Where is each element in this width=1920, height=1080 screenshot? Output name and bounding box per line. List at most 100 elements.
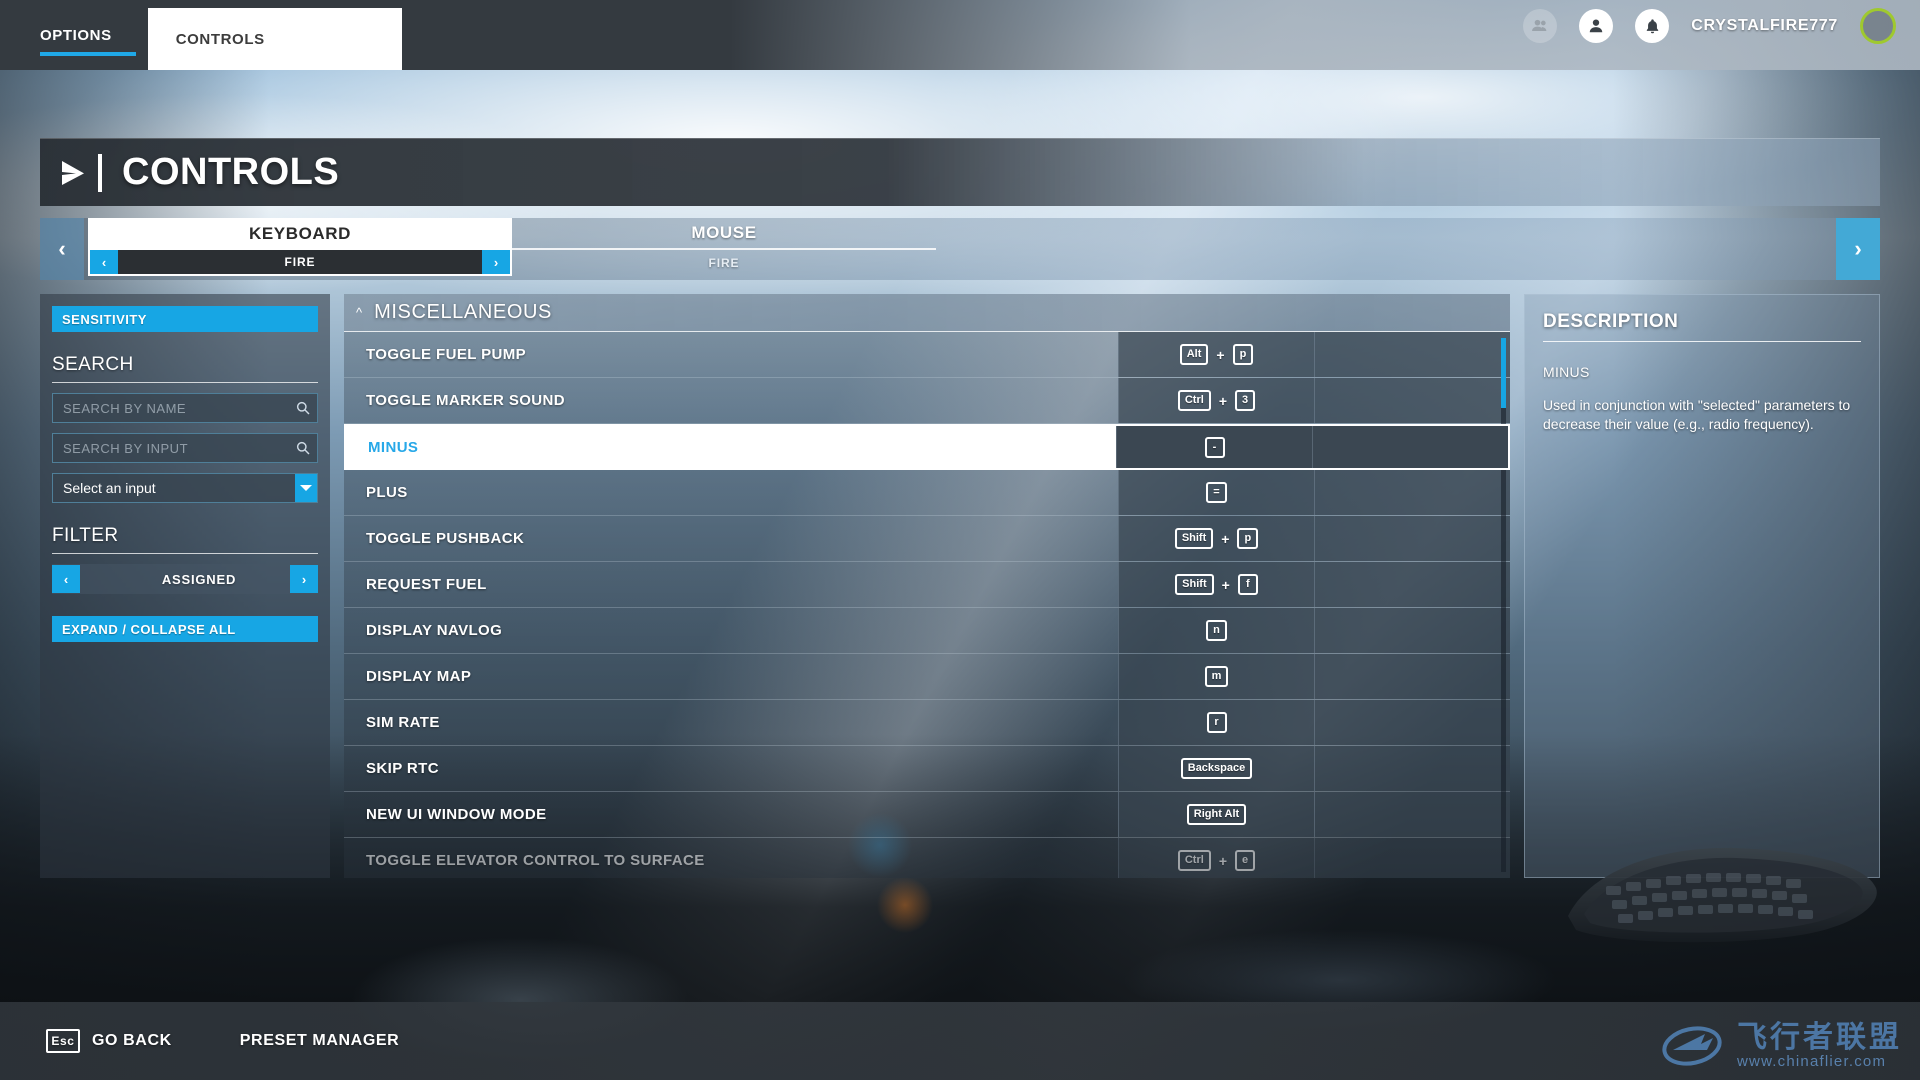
chinaflier-logo-icon <box>1662 1026 1722 1066</box>
binding-primary-cell[interactable]: = <box>1118 470 1314 515</box>
binding-primary-cell[interactable]: Ctrl + e <box>1118 838 1314 878</box>
bindings-scrollbar-thumb[interactable] <box>1501 338 1506 408</box>
page-title-band: CONTROLS <box>40 138 1880 206</box>
key-plus-separator: + <box>1218 392 1227 409</box>
binding-secondary-cell[interactable] <box>1314 746 1510 791</box>
notifications-icon[interactable] <box>1635 9 1670 43</box>
username-label: CRYSTALFIRE777 <box>1691 17 1838 34</box>
table-row[interactable]: TOGGLE FUEL PUMP Alt + p <box>344 332 1510 378</box>
tab-options-label: OPTIONS <box>40 26 112 44</box>
binding-name: TOGGLE PUSHBACK <box>366 530 525 547</box>
table-row[interactable]: MINUS - <box>344 424 1510 470</box>
device-mouse[interactable]: MOUSE FIRE <box>512 218 936 280</box>
tab-options-underline <box>40 52 136 56</box>
key-cap: e <box>1235 850 1256 871</box>
controls-content: SENSITIVITY SEARCH SEARCH BY NAME SEARCH… <box>40 294 1880 878</box>
filter-prev-arrow[interactable]: ‹ <box>52 565 80 593</box>
search-by-input-field[interactable]: SEARCH BY INPUT <box>52 433 318 463</box>
device-keyboard[interactable]: KEYBOARD ‹ FIRE › <box>88 218 512 280</box>
search-by-name-field[interactable]: SEARCH BY NAME <box>52 393 318 423</box>
table-row[interactable]: TOGGLE PUSHBACK Shift + p <box>344 516 1510 562</box>
table-row[interactable]: PLUS = <box>344 470 1510 516</box>
binding-secondary-cell[interactable] <box>1314 654 1510 699</box>
table-row[interactable]: TOGGLE MARKER SOUND Ctrl +3 <box>344 378 1510 424</box>
binding-name: PLUS <box>366 484 408 501</box>
binding-name: TOGGLE ELEVATOR CONTROL TO SURFACE <box>366 852 705 869</box>
binding-primary-cell[interactable]: - <box>1116 426 1312 468</box>
binding-primary-cell[interactable]: r <box>1118 700 1314 745</box>
bindings-group-header[interactable]: ^ MISCELLANEOUS <box>344 294 1510 332</box>
expand-collapse-all-button[interactable]: EXPAND / COLLAPSE ALL <box>52 616 318 642</box>
chevron-down-icon[interactable] <box>295 474 317 502</box>
top-navigation-bar: OPTIONS CONTROLS CRYSTALFIRE777 <box>0 0 1920 70</box>
table-row[interactable]: DISPLAY NAVLOG n <box>344 608 1510 654</box>
binding-name: REQUEST FUEL <box>366 576 487 593</box>
binding-secondary-cell[interactable] <box>1314 378 1510 423</box>
watermark-text: 飞行者联盟 www.chinaflier.com <box>1737 1022 1902 1071</box>
device-prev-arrow[interactable]: ‹ <box>40 218 84 280</box>
title-divider <box>98 153 102 192</box>
controls-panel: CONTROLS ‹ KEYBOARD ‹ FIRE › MOUSE FIRE … <box>40 138 1880 938</box>
binding-secondary-cell[interactable] <box>1314 332 1510 377</box>
binding-primary-cell[interactable]: Ctrl +3 <box>1118 378 1314 423</box>
binding-secondary-cell[interactable] <box>1314 562 1510 607</box>
device-keyboard-name: KEYBOARD <box>88 218 512 250</box>
chevron-right-icon <box>58 156 88 190</box>
search-icon <box>295 400 311 416</box>
bottom-action-bar: Esc GO BACK PRESET MANAGER 飞行者联盟 www.chi… <box>0 1002 1920 1080</box>
chevron-up-icon: ^ <box>356 305 363 320</box>
binding-primary-cell[interactable]: Alt + p <box>1118 332 1314 377</box>
binding-secondary-cell[interactable] <box>1314 700 1510 745</box>
profile-icon[interactable] <box>1579 9 1614 43</box>
device-next-arrow[interactable]: › <box>1836 218 1880 280</box>
key-cap: Right Alt <box>1186 804 1247 825</box>
binding-name: TOGGLE MARKER SOUND <box>366 392 565 409</box>
tab-options[interactable]: OPTIONS <box>0 0 148 70</box>
table-row[interactable]: SKIP RTC Backspace <box>344 746 1510 792</box>
go-back-button[interactable]: Esc GO BACK <box>46 1029 172 1053</box>
sensitivity-button[interactable]: SENSITIVITY <box>52 306 318 332</box>
binding-primary-cell[interactable]: Shift + p <box>1118 516 1314 561</box>
preset-manager-label: PRESET MANAGER <box>239 1032 400 1049</box>
table-row[interactable]: TOGGLE ELEVATOR CONTROL TO SURFACE Ctrl + e <box>344 838 1510 878</box>
binding-primary-cell[interactable]: m <box>1118 654 1314 699</box>
binding-primary-cell[interactable]: Right Alt <box>1118 792 1314 837</box>
binding-primary-cell[interactable]: Shift + f <box>1118 562 1314 607</box>
table-row[interactable]: SIM RATE r <box>344 700 1510 746</box>
preset-prev-arrow[interactable]: ‹ <box>90 250 118 274</box>
binding-secondary-cell[interactable] <box>1314 792 1510 837</box>
avatar[interactable] <box>1860 8 1896 44</box>
binding-secondary-cell[interactable] <box>1314 838 1510 878</box>
key-plus-separator: + <box>1216 346 1225 363</box>
key-cap: f <box>1237 574 1258 595</box>
device-selector-strip: ‹ KEYBOARD ‹ FIRE › MOUSE FIRE › <box>40 218 1880 280</box>
binding-secondary-cell[interactable] <box>1314 470 1510 515</box>
device-mouse-name: MOUSE <box>512 218 936 250</box>
table-row[interactable]: NEW UI WINDOW MODE Right Alt <box>344 792 1510 838</box>
key-plus-separator: + <box>1221 530 1230 547</box>
go-back-label: GO BACK <box>92 1032 172 1049</box>
binding-primary-cell[interactable]: Backspace <box>1118 746 1314 791</box>
select-input-dropdown[interactable]: Select an input <box>52 473 318 503</box>
bindings-scrollbar[interactable] <box>1501 338 1506 872</box>
binding-name: MINUS <box>368 438 419 456</box>
page-title: CONTROLS <box>122 151 340 193</box>
preset-next-arrow[interactable]: › <box>482 250 510 274</box>
select-input-value: Select an input <box>63 480 156 496</box>
binding-name: NEW UI WINDOW MODE <box>366 806 547 823</box>
binding-name: SIM RATE <box>366 714 440 731</box>
tab-controls-label: CONTROLS <box>175 30 265 48</box>
table-row[interactable]: REQUEST FUEL Shift + f <box>344 562 1510 608</box>
binding-secondary-cell[interactable] <box>1312 426 1508 468</box>
binding-secondary-cell[interactable] <box>1314 608 1510 653</box>
watermark-url: www.chinaflier.com <box>1737 1053 1887 1071</box>
binding-primary-cell[interactable]: n <box>1118 608 1314 653</box>
table-row[interactable]: DISPLAY MAP m <box>344 654 1510 700</box>
key-cap: p <box>1232 344 1254 365</box>
tab-controls[interactable]: CONTROLS <box>147 8 402 70</box>
binding-secondary-cell[interactable] <box>1314 516 1510 561</box>
preset-manager-button[interactable]: PRESET MANAGER <box>240 1032 400 1050</box>
filter-next-arrow[interactable]: › <box>290 565 318 593</box>
friends-icon[interactable] <box>1523 9 1558 43</box>
search-icon <box>295 440 311 456</box>
